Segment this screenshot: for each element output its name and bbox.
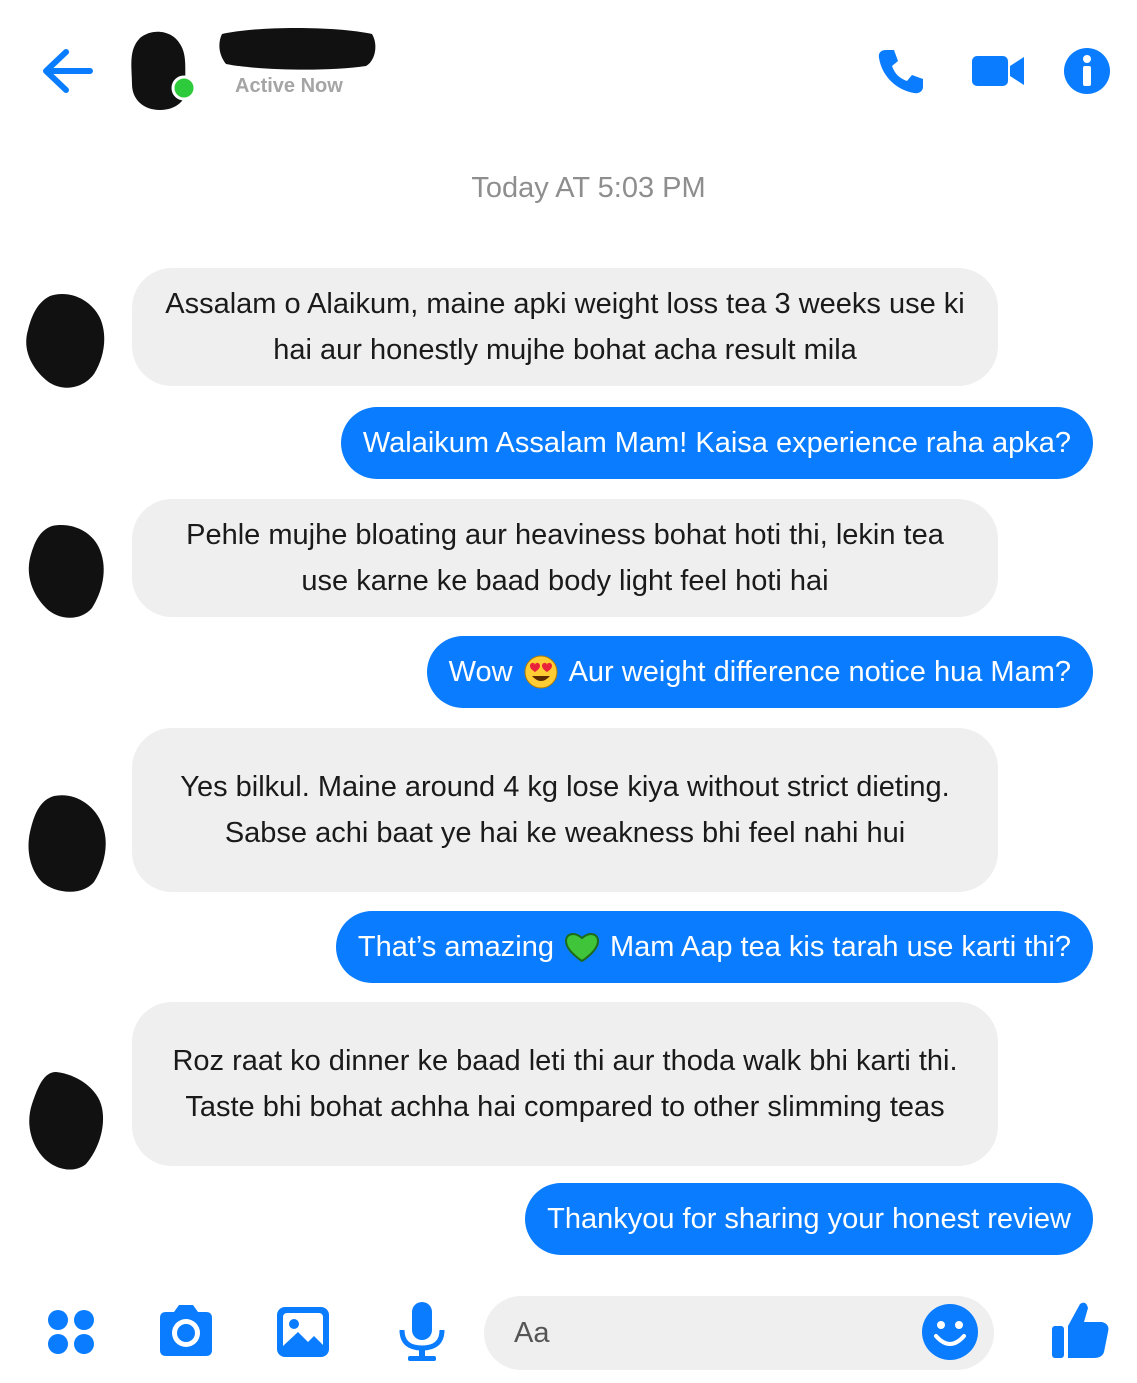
voice-message-button[interactable] (390, 1300, 454, 1364)
conversation-timestamp: Today AT 5:03 PM (471, 172, 706, 204)
like-button[interactable] (1048, 1298, 1112, 1362)
camera-button[interactable] (154, 1300, 218, 1364)
image-icon (277, 1307, 329, 1357)
info-button[interactable] (1062, 46, 1112, 96)
contact-avatar-small[interactable] (20, 792, 110, 896)
microphone-icon (399, 1302, 445, 1361)
contact-avatar-small[interactable] (20, 290, 110, 394)
call-button[interactable] (876, 46, 926, 96)
message-input[interactable]: Aa (484, 1296, 994, 1370)
message-text-before: Wow (448, 655, 513, 688)
contact-avatar-small[interactable] (20, 1070, 110, 1174)
message-text: Thankyou for sharing your honest review (547, 1202, 1071, 1235)
message-input-placeholder: Aa (514, 1316, 550, 1349)
green-heart-emoji-icon (564, 933, 600, 963)
message-sent[interactable]: That’s amazing Mam Aap tea kis tarah use… (335, 911, 1093, 983)
contact-avatar-small[interactable] (20, 520, 110, 624)
video-call-button[interactable] (970, 46, 1024, 96)
active-status: Active Now (235, 75, 343, 97)
video-camera-icon (972, 56, 1024, 86)
online-status-dot (171, 75, 197, 101)
smiley-icon (922, 1304, 978, 1360)
message-text: Assalam o Alaikum, maine apki weight los… (165, 288, 965, 366)
message-received[interactable]: Yes bilkul. Maine around 4 kg lose kiya … (132, 728, 998, 892)
phone-icon (878, 50, 923, 94)
redacted-avatar-scribble (131, 31, 197, 110)
camera-icon (160, 1305, 212, 1356)
message-text-before: That’s amazing (357, 930, 554, 963)
message-text-after: Mam Aap tea kis tarah use karti thi? (610, 930, 1071, 963)
message-received[interactable]: Pehle mujhe bloating aur heaviness bohat… (132, 499, 998, 617)
message-text: Pehle mujhe bloating aur heaviness bohat… (186, 519, 944, 597)
gallery-button[interactable] (272, 1300, 336, 1364)
back-arrow-icon (43, 49, 93, 93)
message-text: Walaikum Assalam Mam! Kaisa experience r… (362, 426, 1071, 459)
more-actions-button[interactable] (40, 1300, 104, 1364)
redacted-avatar-scribble (28, 795, 106, 892)
message-text: Yes bilkul. Maine around 4 kg lose kiya … (180, 771, 950, 849)
message-text-after: Aur weight difference notice hua Mam? (568, 655, 1071, 688)
contact-avatar[interactable] (126, 28, 197, 112)
info-icon (1064, 48, 1110, 94)
heart-eyes-emoji-icon (524, 655, 558, 689)
emoji-button[interactable] (920, 1302, 984, 1366)
thumbs-up-icon (1052, 1302, 1109, 1358)
message-sent[interactable]: Walaikum Assalam Mam! Kaisa experience r… (340, 407, 1093, 479)
back-button[interactable] (38, 44, 96, 98)
message-text: Roz raat ko dinner ke baad leti thi aur … (172, 1045, 958, 1123)
redacted-avatar-scribble (26, 294, 105, 388)
menu-dots-icon (48, 1310, 94, 1354)
redacted-avatar-scribble (28, 525, 104, 618)
contact-name-redacted (216, 24, 378, 72)
redacted-avatar-scribble (29, 1072, 104, 1170)
message-received[interactable]: Assalam o Alaikum, maine apki weight los… (132, 268, 998, 386)
message-sent[interactable]: Thankyou for sharing your honest review (525, 1183, 1093, 1255)
message-sent[interactable]: Wow Aur weight difference notice hua Mam… (426, 636, 1093, 708)
message-received[interactable]: Roz raat ko dinner ke baad leti thi aur … (132, 1002, 998, 1166)
